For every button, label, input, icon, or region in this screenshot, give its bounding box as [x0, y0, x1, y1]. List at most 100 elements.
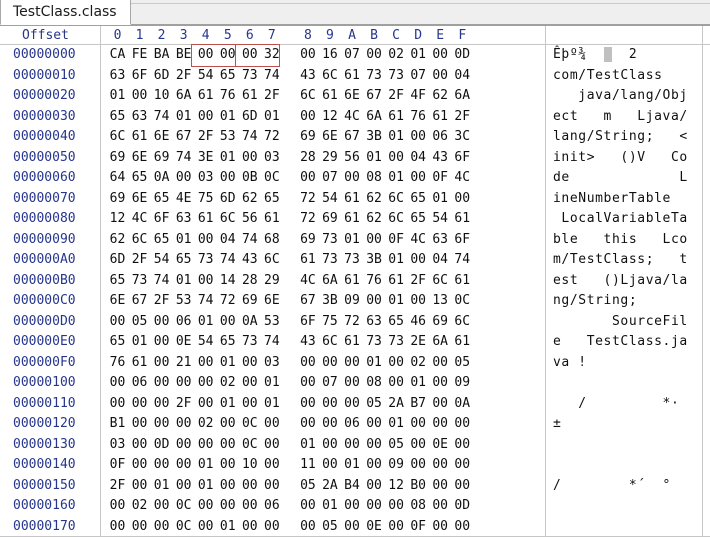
hex-byte[interactable]: 07	[342, 45, 363, 66]
hex-row[interactable]: 00000050 69 6E 69 74 3E 01 00 03 28 29 56 01 00 04 43 6F…	[0, 148, 710, 169]
hex-byte[interactable]: 10	[151, 86, 172, 107]
hex-byte[interactable]: 46	[408, 312, 429, 333]
hex-byte[interactable]: 00	[408, 168, 429, 189]
ascii-text[interactable]: ±	[553, 414, 561, 435]
hex-byte[interactable]: 00	[261, 455, 282, 476]
hex-byte[interactable]: 2F	[452, 107, 473, 128]
hex-byte[interactable]: 62	[364, 209, 385, 230]
hex-byte[interactable]: 00	[452, 455, 473, 476]
hex-byte[interactable]: 0C	[173, 517, 194, 537]
hex-byte[interactable]: 00	[217, 312, 238, 333]
hex-byte[interactable]: 72	[342, 312, 363, 333]
hex-byte[interactable]: 00	[151, 496, 172, 517]
hex-byte[interactable]: 05	[364, 394, 385, 415]
hex-byte[interactable]: 01	[195, 476, 216, 497]
hex-byte[interactable]: 53	[173, 291, 194, 312]
ascii-text[interactable]: lang/String; <	[553, 127, 688, 148]
hex-byte[interactable]: 2A	[319, 476, 340, 497]
hex-byte[interactable]: 74	[261, 332, 282, 353]
hex-byte[interactable]: 56	[342, 148, 363, 169]
hex-byte[interactable]: 6E	[261, 291, 282, 312]
hex-byte[interactable]: 00	[173, 168, 194, 189]
hex-byte[interactable]: 2F	[129, 250, 150, 271]
hex-byte[interactable]: 00	[129, 435, 150, 456]
hex-byte[interactable]: 2F	[408, 271, 429, 292]
hex-byte[interactable]: 65	[217, 332, 238, 353]
hex-byte[interactable]: 03	[261, 353, 282, 374]
hex-byte[interactable]: 00	[452, 189, 473, 210]
hex-byte[interactable]: 0D	[452, 496, 473, 517]
hex-byte[interactable]: 00	[452, 414, 473, 435]
hex-byte[interactable]: 61	[195, 209, 216, 230]
hex-byte[interactable]: 62	[239, 189, 260, 210]
hex-byte[interactable]: 65	[107, 332, 128, 353]
hex-byte[interactable]: 6E	[129, 189, 150, 210]
hex-byte[interactable]: 76	[364, 271, 385, 292]
hex-byte[interactable]: 65	[107, 107, 128, 128]
hex-byte[interactable]: 73	[129, 271, 150, 292]
hex-byte[interactable]: 03	[195, 168, 216, 189]
hex-byte[interactable]: 6C	[452, 312, 473, 333]
hex-byte[interactable]: 05	[129, 312, 150, 333]
hex-byte[interactable]: 75	[195, 189, 216, 210]
hex-byte[interactable]: 6F	[151, 209, 172, 230]
hex-byte[interactable]: 00	[107, 517, 128, 537]
hex-byte[interactable]: 00	[217, 455, 238, 476]
hex-byte[interactable]: 00	[364, 414, 385, 435]
hex-byte[interactable]: 54	[195, 332, 216, 353]
hex-byte[interactable]: 6C	[129, 230, 150, 251]
hex-byte[interactable]: 73	[386, 332, 407, 353]
hex-byte[interactable]: 73	[239, 66, 260, 87]
hex-byte[interactable]: 00	[364, 291, 385, 312]
hex-byte[interactable]: 61	[261, 209, 282, 230]
hex-byte[interactable]: 01	[261, 107, 282, 128]
hex-byte[interactable]: 0F	[430, 168, 451, 189]
hex-row[interactable]: 00000120 B1 00 00 00 02 00 0C 00 00 00 06 00 01 00 00 00…	[0, 414, 710, 435]
hex-byte[interactable]: 6D	[239, 107, 260, 128]
hex-byte[interactable]: 61	[452, 209, 473, 230]
hex-byte[interactable]: 00	[195, 373, 216, 394]
hex-byte[interactable]: 69	[297, 127, 318, 148]
hex-byte[interactable]: 61	[342, 209, 363, 230]
hex-row[interactable]: 00000130 03 00 0D 00 00 00 0C 00 01 00 00 00 05 00 0E 00	[0, 435, 710, 456]
hex-byte[interactable]: 02	[129, 496, 150, 517]
hex-byte[interactable]: 0D	[452, 45, 473, 66]
hex-byte[interactable]: 16	[319, 45, 340, 66]
hex-byte[interactable]: 00	[386, 517, 407, 537]
hex-byte[interactable]: 00	[129, 394, 150, 415]
hex-byte[interactable]: 00	[319, 455, 340, 476]
hex-byte[interactable]: 00	[297, 107, 318, 128]
hex-byte[interactable]: 65	[408, 189, 429, 210]
hex-byte[interactable]: 65	[217, 66, 238, 87]
hex-byte[interactable]: B4	[342, 476, 363, 497]
hex-byte[interactable]: 69	[151, 148, 172, 169]
hex-byte[interactable]: 00	[342, 517, 363, 537]
hex-byte[interactable]: 00	[297, 168, 318, 189]
hex-row[interactable]: 00000160 00 02 00 0C 00 00 00 06 00 01 00 00 00 08 00 0D	[0, 496, 710, 517]
hex-byte[interactable]: 01	[217, 148, 238, 169]
hex-byte[interactable]: 65	[129, 168, 150, 189]
hex-byte[interactable]: 63	[430, 230, 451, 251]
hex-byte[interactable]: 01	[408, 373, 429, 394]
hex-byte[interactable]: 43	[430, 148, 451, 169]
hex-byte[interactable]: 01	[151, 476, 172, 497]
hex-byte[interactable]: BE	[173, 45, 194, 66]
hex-byte[interactable]: 00	[129, 476, 150, 497]
hex-byte[interactable]: 0C	[173, 496, 194, 517]
hex-byte[interactable]: 00	[107, 312, 128, 333]
hex-byte[interactable]: 00	[408, 435, 429, 456]
hex-byte[interactable]: 6D	[217, 189, 238, 210]
hex-byte[interactable]: 08	[364, 373, 385, 394]
hex-byte[interactable]: 00	[151, 312, 172, 333]
hex-byte[interactable]: 00	[239, 496, 260, 517]
hex-byte[interactable]: 08	[408, 496, 429, 517]
hex-byte[interactable]: 00	[129, 414, 150, 435]
hex-byte[interactable]: 6D	[107, 250, 128, 271]
hex-byte[interactable]: 0F	[386, 230, 407, 251]
hex-byte[interactable]: 6A	[430, 332, 451, 353]
hex-byte[interactable]: 00	[408, 414, 429, 435]
hex-byte[interactable]: 28	[239, 271, 260, 292]
hex-byte[interactable]: 54	[195, 66, 216, 87]
hex-row[interactable]: 00000020 01 00 10 6A 61 76 61 2F 6C 61 6E 67 2F 4F 62 6A…	[0, 86, 710, 107]
hex-byte[interactable]: 6C	[386, 189, 407, 210]
